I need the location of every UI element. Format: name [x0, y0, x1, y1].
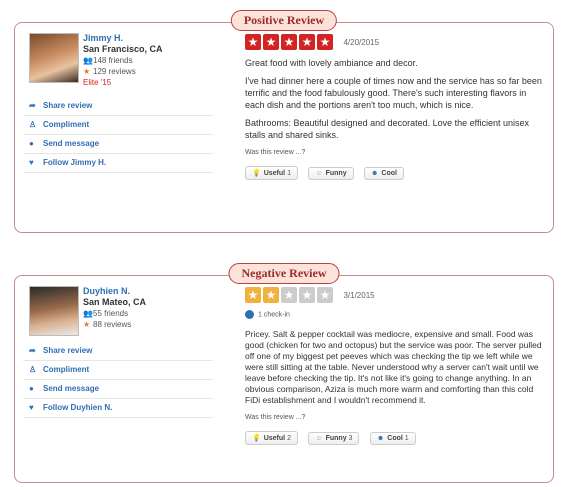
star-icon: ★	[83, 320, 91, 329]
funny-face-icon: ☺	[315, 170, 323, 178]
rating-star-icon: ★	[245, 34, 261, 50]
send-message-link[interactable]: ● Send message	[23, 380, 213, 399]
message-icon: ●	[29, 384, 34, 393]
review-paragraph: Pricey. Salt & pepper cocktail was medio…	[245, 329, 542, 406]
reviews-count: 129 reviews	[93, 67, 136, 76]
reviewer-info: Duyhien N. San Mateo, CA 👥55 friends ★ 88…	[83, 286, 146, 330]
useful-button[interactable]: 💡 Useful 2	[245, 431, 298, 446]
share-review-link[interactable]: ➦ Share review	[23, 342, 213, 361]
rating-star-icon: ★	[245, 287, 261, 303]
cool-button[interactable]: ☻ Cool 1	[369, 432, 416, 446]
share-icon: ➦	[29, 346, 36, 355]
avatar[interactable]	[29, 286, 79, 336]
vote-buttons: 💡 Useful 1 ☺ Funny ☻ Cool	[245, 162, 545, 181]
star-icon: ★	[83, 67, 91, 76]
sunglasses-icon: ☻	[376, 435, 385, 443]
review-date: 3/1/2015	[343, 290, 375, 300]
rating-star-icon: ★	[299, 34, 315, 50]
follow-link[interactable]: ♥ Follow Jimmy H.	[23, 154, 213, 173]
friends-icon: 👥	[83, 56, 93, 65]
compliment-icon: ♙	[29, 365, 37, 374]
compliment-link[interactable]: ♙ Compliment	[23, 116, 213, 135]
reviewer-name[interactable]: Duyhien N.	[83, 286, 146, 297]
review-card-positive: Positive Review Jimmy H. San Francisco, …	[14, 10, 554, 233]
funny-button[interactable]: ☺ Funny 3	[308, 432, 360, 446]
follow-link[interactable]: ♥ Follow Duyhien N.	[23, 399, 213, 418]
send-message-link[interactable]: ● Send message	[23, 135, 213, 154]
review-body: ★ ★ ★ ★ ★ 4/20/2015 Great food with lovely a…	[245, 33, 545, 181]
rating-star-icon: ★	[317, 34, 333, 50]
rating-star-icon: ★	[299, 287, 315, 303]
reviewer-name[interactable]: Jimmy H.	[83, 33, 163, 44]
useful-button[interactable]: 💡 Useful 1	[245, 166, 298, 181]
lightbulb-icon: 💡	[252, 170, 261, 178]
follow-icon: ♥	[29, 158, 34, 167]
star-rating: ★ ★ ★ ★ ★	[245, 33, 335, 51]
vote-buttons: 💡 Useful 2 ☺ Funny 3 ☻ Cool 1	[245, 427, 545, 446]
reviewer-info: Jimmy H. San Francisco, CA 👥148 friends …	[83, 33, 163, 88]
lightbulb-icon: 💡	[252, 435, 261, 443]
sunglasses-icon: ☻	[371, 170, 379, 178]
review-paragraph: Bathrooms: Beautiful designed and decora…	[245, 118, 530, 141]
review-paragraph: Great food with lovely ambiance and deco…	[245, 58, 418, 69]
share-icon: ➦	[29, 101, 36, 110]
review-date: 4/20/2015	[343, 37, 380, 47]
checkin-icon	[245, 310, 254, 320]
compliment-link[interactable]: ♙ Compliment	[23, 361, 213, 380]
checkin-badge: 1 check-in	[245, 310, 545, 320]
rating-star-icon: ★	[281, 34, 297, 50]
was-this-review-label: Was this review ...?	[245, 414, 306, 422]
review-banner: Positive Review	[230, 10, 338, 31]
follow-icon: ♥	[29, 403, 34, 412]
rating-star-icon: ★	[317, 287, 333, 303]
was-this-review-label: Was this review ...?	[245, 149, 306, 157]
review-banner: Negative Review	[228, 263, 340, 284]
rating-star-icon: ★	[263, 34, 279, 50]
friends-icon: 👥	[83, 309, 93, 318]
elite-badge: Elite '15	[83, 78, 112, 87]
review-body: ★ ★ ★ ★ ★ 3/1/2015 1 check-in Pricey. Salt &…	[245, 286, 545, 446]
reviewer-location: San Francisco, CA	[83, 44, 163, 54]
friends-count: 55 friends	[93, 309, 129, 318]
compliment-icon: ♙	[29, 120, 37, 129]
rating-star-icon: ★	[263, 287, 279, 303]
funny-face-icon: ☺	[315, 435, 323, 443]
avatar[interactable]	[29, 33, 79, 83]
cool-button[interactable]: ☻ Cool	[364, 167, 404, 181]
reviewer-location: San Mateo, CA	[83, 297, 147, 307]
review-actions: ➦ Share review ♙ Compliment ● Send message …	[23, 97, 213, 173]
reviews-count: 88 reviews	[93, 320, 132, 329]
funny-button[interactable]: ☺ Funny	[308, 167, 354, 181]
review-paragraph: I've had dinner here a couple of times n…	[245, 76, 542, 111]
star-rating: ★ ★ ★ ★ ★	[245, 286, 335, 304]
review-card-negative: Negative Review Duyhien N. San Mateo, CA…	[14, 263, 554, 483]
rating-star-icon: ★	[281, 287, 297, 303]
review-actions: ➦ Share review ♙ Compliment ● Send message …	[23, 342, 213, 418]
share-review-link[interactable]: ➦ Share review	[23, 97, 213, 116]
message-icon: ●	[29, 139, 34, 148]
friends-count: 148 friends	[93, 56, 133, 65]
